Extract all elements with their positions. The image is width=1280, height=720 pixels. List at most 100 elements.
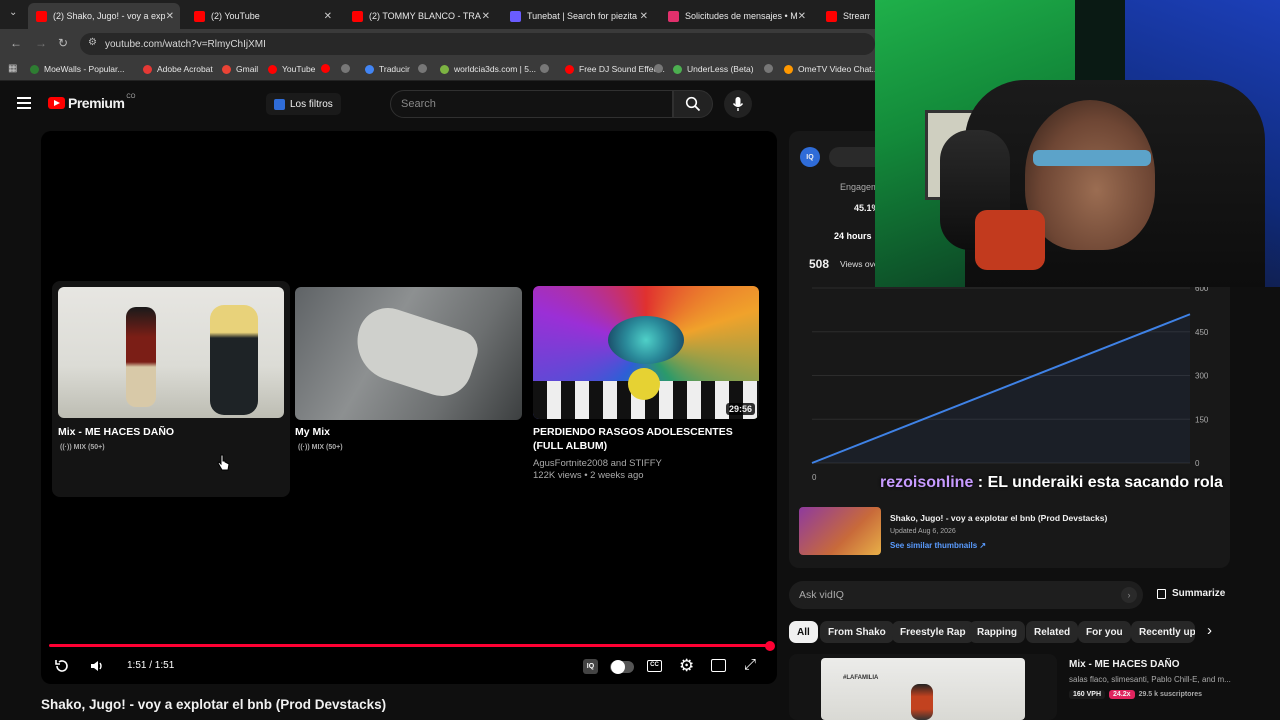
- see-similar-link[interactable]: See similar thumbnails ↗: [890, 541, 986, 550]
- search-input[interactable]: Search: [390, 90, 673, 118]
- autoplay-knob: [611, 660, 625, 674]
- filters-label: Los filtros: [290, 98, 333, 110]
- back-arrow-icon[interactable]: ←: [10, 36, 22, 50]
- summarize-button[interactable]: Summarize: [1157, 588, 1225, 599]
- end-card-title[interactable]: Mix - ME HACES DAÑO: [58, 425, 284, 439]
- bookmark-item[interactable]: OmeTV Video Chat...: [784, 64, 879, 74]
- filters-icon: [274, 98, 285, 110]
- close-tab-icon[interactable]: ✕: [482, 11, 490, 22]
- bookmark-item[interactable]: [540, 64, 554, 73]
- bookmark-label: Adobe Acrobat: [157, 64, 213, 74]
- bookmark-item[interactable]: Traducir: [365, 64, 410, 74]
- views-count: 508: [809, 257, 830, 271]
- youtube-favicon-icon: [826, 10, 837, 22]
- chip-from-shako[interactable]: From Shako: [820, 621, 894, 643]
- tab-instagram[interactable]: Solicitudes de mensajes • Mens ✕: [660, 3, 812, 29]
- end-card-title[interactable]: My Mix: [295, 425, 522, 439]
- engagement-label: Engagem: [840, 182, 879, 192]
- bookmark-item[interactable]: UnderLess (Beta): [673, 64, 754, 74]
- tab-list-chevron-icon[interactable]: ⌄: [9, 7, 17, 18]
- close-tab-icon[interactable]: ✕: [640, 11, 648, 22]
- bookmark-item[interactable]: Free DJ Sound Effec...: [565, 64, 665, 74]
- bookmark-label: MoeWalls - Popular...: [44, 64, 125, 74]
- tab-title: (2) YouTube: [211, 11, 260, 21]
- ask-send-icon[interactable]: ›: [1121, 587, 1137, 603]
- chart-y-tick-label: 0: [1195, 459, 1200, 468]
- hamburger-menu-icon[interactable]: [17, 97, 31, 109]
- ask-vidiq-input[interactable]: Ask vidIQ ›: [789, 581, 1143, 609]
- autoplay-toggle[interactable]: [610, 660, 634, 674]
- tab-shako[interactable]: (2) Shako, Jugo! - voy a explota ✕: [28, 3, 180, 29]
- volume-icon[interactable]: [89, 658, 105, 677]
- thumbnail-ball: [628, 368, 660, 400]
- vidiq-player-icon[interactable]: IQ: [583, 659, 598, 674]
- chip-for-you[interactable]: For you: [1078, 621, 1131, 643]
- address-bar[interactable]: ⚙ youtube.com/watch?v=RlmyChIjXMI: [80, 33, 875, 55]
- voice-search-button[interactable]: [724, 90, 752, 118]
- forward-arrow-icon[interactable]: →: [35, 36, 47, 50]
- tab-youtube[interactable]: (2) YouTube ✕: [186, 3, 338, 29]
- subtitles-icon[interactable]: CC: [647, 660, 662, 672]
- chip-rapping[interactable]: Rapping: [969, 621, 1025, 643]
- settings-gear-icon[interactable]: ⚙: [679, 656, 694, 676]
- site-info-icon[interactable]: ⚙: [88, 37, 97, 48]
- close-tab-icon[interactable]: ✕: [324, 11, 332, 22]
- bookmark-item[interactable]: YouTube: [268, 64, 315, 74]
- chart-x-tick-label: 0: [812, 473, 817, 480]
- youtube-premium-logo[interactable]: Premium CO: [48, 94, 136, 111]
- recommended-thumb-image: #LAFAMILIA: [821, 658, 1025, 720]
- bookmark-item[interactable]: [418, 64, 432, 73]
- tab-stream[interactable]: Stream FF: [818, 3, 878, 29]
- bookmark-item[interactable]: [341, 64, 355, 73]
- chips-next-chevron-icon[interactable]: ›: [1207, 622, 1212, 639]
- tab-tommy-blanco[interactable]: (2) TOMMY BLANCO - TRABAJ ✕: [344, 3, 496, 29]
- recommended-thumbnail[interactable]: #LAFAMILIA: [789, 654, 1057, 720]
- end-card-thumbnail-album[interactable]: 29:56: [533, 286, 759, 419]
- tab-tunebat[interactable]: Tunebat | Search for piezita cer ✕: [502, 3, 654, 29]
- tab-title: (2) Shako, Jugo! - voy a explota: [53, 11, 165, 21]
- period-tab-24h[interactable]: 24 hours: [834, 231, 872, 241]
- close-tab-icon[interactable]: ✕: [798, 11, 806, 22]
- bookmark-item[interactable]: Gmail: [222, 64, 258, 74]
- recommended-title[interactable]: Mix - ME HACES DAÑO: [1069, 659, 1180, 670]
- bookmark-item[interactable]: [764, 64, 778, 73]
- chat-username: rezoisonline: [880, 474, 974, 491]
- chip-related[interactable]: Related: [1026, 621, 1079, 643]
- stream-chat-overlay: rezoisonline : EL underaiki esta sacando…: [880, 474, 1223, 492]
- logo-country: CO: [126, 94, 136, 100]
- bookmark-item[interactable]: [654, 64, 668, 73]
- bookmark-favicon-icon: [764, 64, 773, 73]
- bookmark-item[interactable]: [321, 64, 335, 73]
- progress-bar[interactable]: [49, 644, 771, 647]
- apps-grid-icon[interactable]: ▦: [8, 63, 17, 74]
- end-card-thumbnail-mix-me-haces-dano[interactable]: [58, 287, 284, 418]
- suggestion-updated: Updated Aug 6, 2026: [890, 528, 956, 535]
- reload-icon[interactable]: ↻: [58, 36, 68, 50]
- bookmark-item[interactable]: MoeWalls - Popular...: [30, 64, 124, 74]
- chip-all[interactable]: All: [789, 621, 818, 643]
- search-button[interactable]: [673, 90, 713, 118]
- bookmark-item[interactable]: worldcia3ds.com | 5...: [440, 64, 536, 74]
- duration-text: 29:56: [728, 404, 752, 414]
- close-tab-icon[interactable]: ✕: [166, 11, 174, 22]
- chip-freestyle-rap[interactable]: Freestyle Rap: [892, 621, 974, 643]
- microphone-icon: [732, 97, 744, 111]
- thumbnail-figure-right: [210, 305, 258, 415]
- miniplayer-icon[interactable]: [711, 659, 726, 672]
- chat-message: : EL underaiki esta sacando rola: [973, 474, 1223, 491]
- thumbnail-suggestion-card[interactable]: Shako, Jugo! - voy a explotar el bnb (Pr…: [799, 505, 1219, 559]
- filters-button[interactable]: Los filtros: [266, 93, 341, 115]
- mix-label: MIX (50+): [311, 444, 343, 451]
- end-card-thumbnail-my-mix[interactable]: [295, 287, 522, 420]
- progress-scrubber[interactable]: [765, 641, 775, 651]
- replay-icon[interactable]: [54, 658, 70, 677]
- end-card-title[interactable]: PERDIENDO RASGOS ADOLESCENTES (FULL ALBU…: [533, 425, 763, 453]
- chip-recently-uploaded[interactable]: Recently upl: [1131, 621, 1195, 643]
- fullscreen-icon[interactable]: ⤢: [744, 656, 756, 673]
- webcam-headband: [1033, 150, 1151, 166]
- thumbnail-eye-center: [608, 316, 684, 364]
- bookmark-label: UnderLess (Beta): [687, 64, 754, 74]
- bookmark-favicon-icon: [418, 64, 427, 73]
- bookmark-label: Traducir: [379, 64, 410, 74]
- bookmark-item[interactable]: Adobe Acrobat: [143, 64, 213, 74]
